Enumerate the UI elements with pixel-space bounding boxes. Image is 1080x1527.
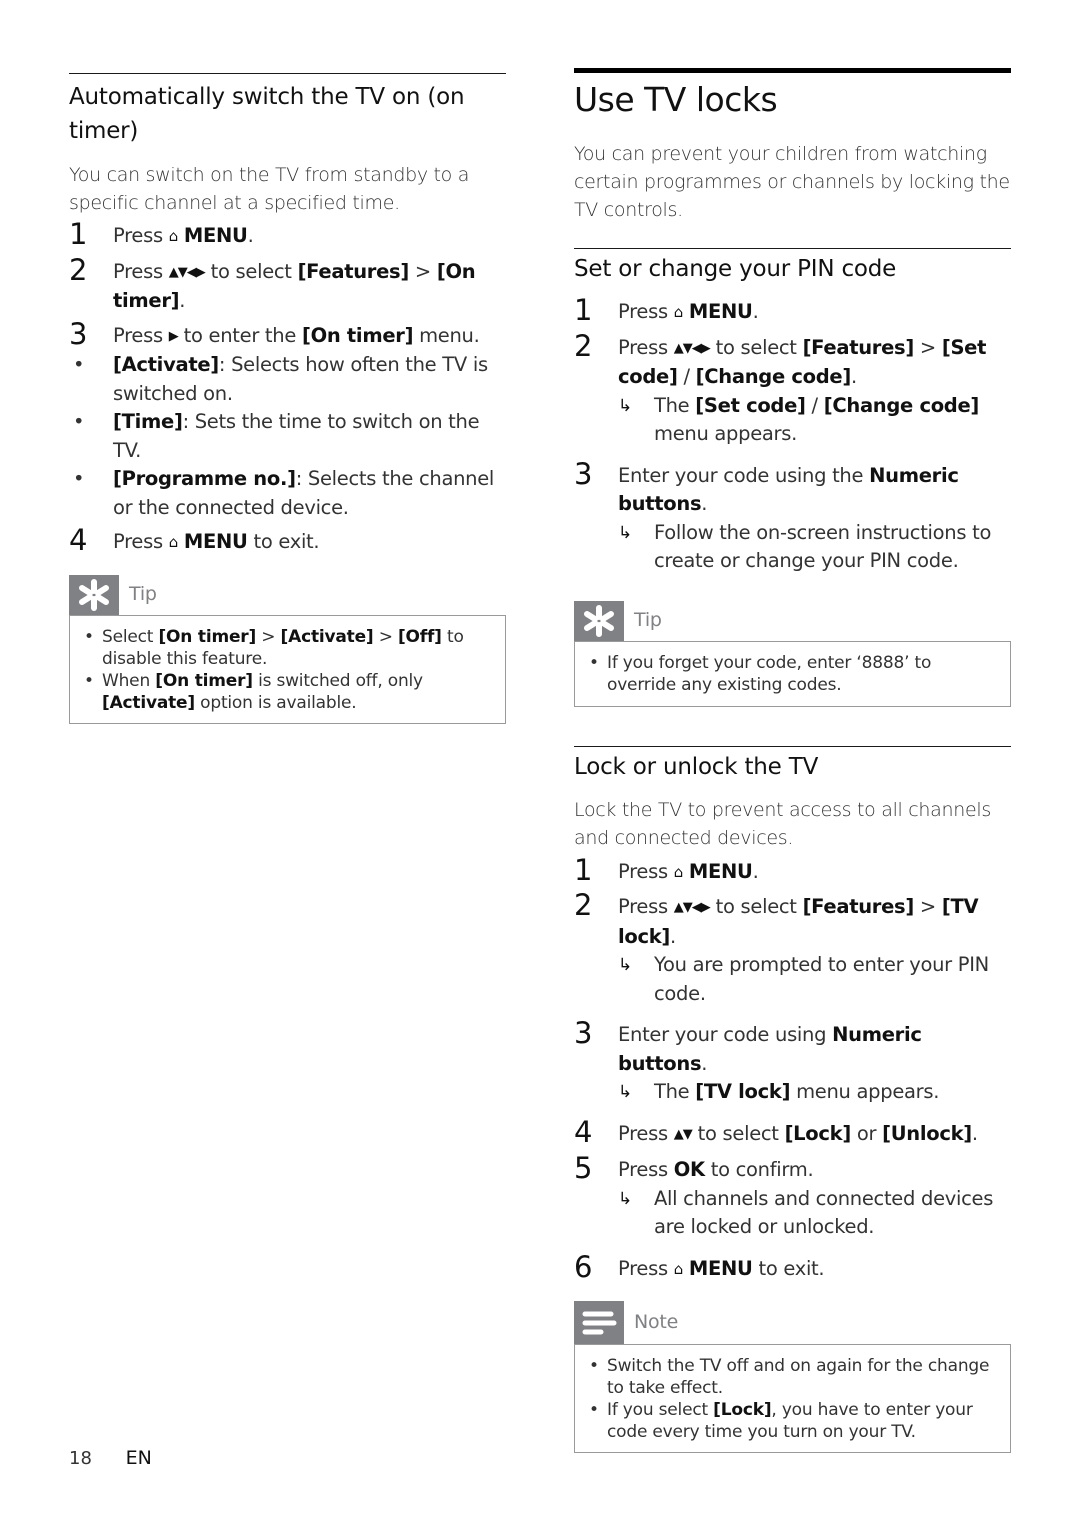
right-arrow-icon: ▶ <box>168 328 179 344</box>
step-4: 4 Press ⌂ MENU to exit. <box>69 523 320 557</box>
step-number: 1 <box>69 217 88 251</box>
note-label: Note <box>634 1311 679 1333</box>
pin-tip-box: Tip • If you forget your code, enter ‘88… <box>574 600 1011 707</box>
note-lines-icon <box>574 1301 624 1344</box>
bullet-icon: • <box>84 670 94 691</box>
result-arrow-icon: ↳ <box>618 1188 632 1209</box>
note-box: Note • Switch the TV off and on again fo… <box>574 1301 1011 1453</box>
bullet-activate: • [Activate]: Selects how often the TV i… <box>73 353 488 405</box>
pin-step-2: 2 Press ▲▼◀▶ to select [Features] > [Set… <box>574 330 1011 449</box>
note-item: • If you select [Lock], you have to ente… <box>589 1400 973 1442</box>
bullet-programme: • [Programme no.]: Selects the channel o… <box>73 467 495 519</box>
section-rule <box>574 745 1011 747</box>
step-number: 4 <box>574 1114 593 1149</box>
step-2: 2 Press ▲▼◀▶ to select [Features] > [On … <box>69 252 476 313</box>
bullet-icon: • <box>589 1400 599 1420</box>
navigation-arrows-icon: ▲▼◀▶ <box>168 264 206 280</box>
result-arrow-icon: ↳ <box>618 1082 632 1102</box>
language-code: EN <box>125 1447 152 1469</box>
step-number: 3 <box>574 456 593 491</box>
lock-step-5-result: ↳ All channels and connected devices are… <box>618 1186 994 1239</box>
page-footer: 18 EN <box>69 1447 152 1469</box>
lock-step-4: 4 Press ▲▼ to select [Lock] or [Unlock]. <box>574 1114 978 1149</box>
result-arrow-icon: ↳ <box>618 522 632 543</box>
right-column: Use TV locks You can prevent your childr… <box>574 0 1011 1453</box>
chapter-rule <box>574 68 1011 73</box>
lock-heading: Lock or unlock the TV <box>574 753 819 780</box>
lock-step-6: 6 Press ⌂ MENU to exit. <box>574 1249 825 1284</box>
result-arrow-icon: ↳ <box>618 395 632 416</box>
bullet-icon: • <box>84 626 94 647</box>
home-icon: ⌂ <box>168 227 179 245</box>
step-number: 3 <box>69 316 88 351</box>
home-icon: ⌂ <box>673 1259 684 1278</box>
step-1: 1 Press ⌂ MENU. <box>69 217 254 251</box>
result-arrow-icon: ↳ <box>618 955 632 975</box>
note-item: • Switch the TV off and on again for the… <box>589 1356 990 1398</box>
bullet-icon: • <box>73 353 85 376</box>
section-rule <box>574 248 1011 249</box>
tip-label: Tip <box>129 582 157 605</box>
bullet-time: • [Time]: Sets the time to switch on the… <box>73 410 480 462</box>
chapter-title: Use TV locks <box>574 80 778 119</box>
pin-step-1: 1 Press ⌂ MENU. <box>574 293 759 327</box>
step-number: 2 <box>69 252 88 287</box>
tip-item: • If you forget your code, enter ‘8888’ … <box>589 652 932 695</box>
home-icon: ⌂ <box>168 533 179 551</box>
lock-step-1: 1 Press ⌂ MENU. <box>574 852 759 887</box>
step-3: 3 Press ▶ to enter the [On timer] menu. <box>69 316 480 351</box>
pin-step-3: 3 Enter your code using the Numeric butt… <box>574 458 1011 576</box>
on-timer-intro: You can switch on the TV from standby to… <box>69 164 470 214</box>
step-number: 3 <box>574 1016 593 1050</box>
bullet-icon: • <box>589 1356 599 1376</box>
on-timer-heading: Automatically switch the TV on (on timer… <box>69 84 465 144</box>
lock-step-2-result: ↳ You are prompted to enter your PIN cod… <box>618 953 989 1005</box>
bullet-icon: • <box>589 652 599 673</box>
step-number: 6 <box>574 1249 593 1284</box>
tip-item: • When [On timer] is switched off, only … <box>84 670 423 713</box>
lock-step-5: 5 Press OK to confirm. ↳ All channels an… <box>574 1152 1011 1242</box>
tip-box: Tip • Select [On timer] > [Activate] > [… <box>69 574 506 724</box>
chapter-intro: You can prevent your children from watch… <box>574 143 1010 221</box>
navigation-arrows-icon: ▲▼◀▶ <box>673 900 711 915</box>
lock-intro: Lock the TV to prevent access to all cha… <box>574 798 991 849</box>
step-number: 5 <box>574 1151 593 1185</box>
step-number: 2 <box>574 888 593 922</box>
pin-heading: Set or change your PIN code <box>574 256 897 282</box>
home-icon: ⌂ <box>673 303 684 321</box>
section-rule <box>69 73 506 74</box>
pin-step-3-result: ↳ Follow the on-screen instructions to c… <box>618 520 992 573</box>
navigation-arrows-icon: ▲▼◀▶ <box>673 340 711 356</box>
step-number: 4 <box>69 523 88 557</box>
bullet-icon: • <box>73 467 85 490</box>
left-column: Automatically switch the TV on (on timer… <box>69 0 506 724</box>
bullet-icon: • <box>73 410 85 433</box>
pin-step-2-result: ↳ The [Set code] / [Change code] menu ap… <box>618 393 980 446</box>
tip-asterisk-icon <box>574 600 624 641</box>
page-number: 18 <box>69 1448 92 1469</box>
tip-item: • Select [On timer] > [Activate] > [Off]… <box>84 626 464 669</box>
home-icon: ⌂ <box>673 862 684 881</box>
step-number: 2 <box>574 328 593 363</box>
lock-step-3: 3 Enter your code using Numeric buttons.… <box>574 1017 1011 1107</box>
step-number: 1 <box>574 852 593 887</box>
tip-asterisk-icon <box>69 574 119 615</box>
tip-label: Tip <box>634 608 662 631</box>
step-number: 1 <box>574 293 593 327</box>
lock-step-2: 2 Press ▲▼◀▶ to select [Features] > [TV … <box>574 889 1011 1008</box>
up-down-arrows-icon: ▲▼ <box>673 1126 693 1142</box>
lock-step-3-result: ↳ The [TV lock] menu appears. <box>618 1078 1011 1107</box>
